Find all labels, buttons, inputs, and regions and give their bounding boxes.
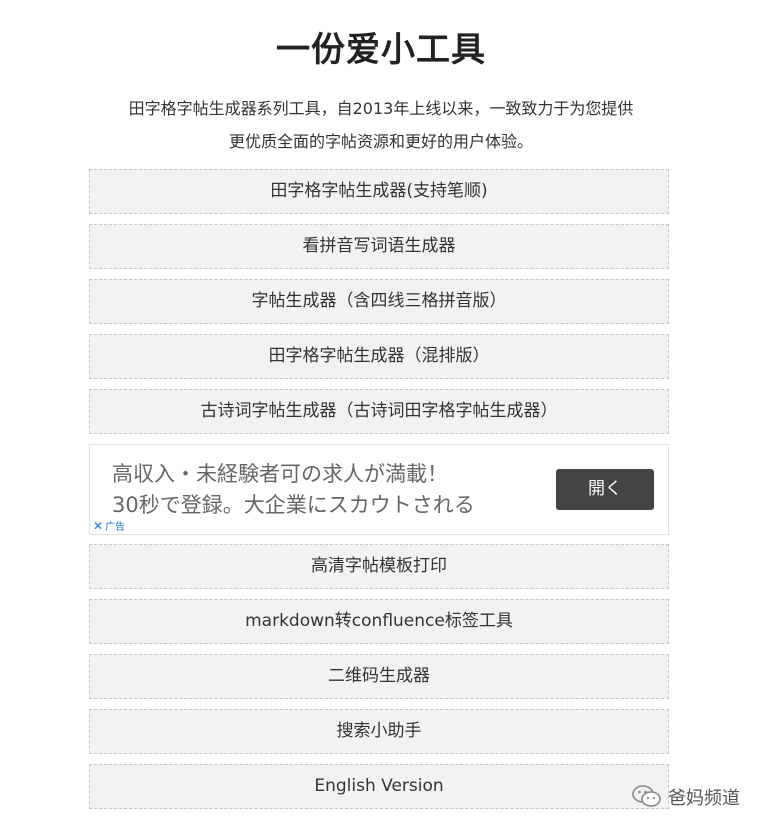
tool-link-poetry-copybook[interactable]: 古诗词字帖生成器（古诗词田字格字帖生成器）: [89, 389, 669, 434]
ad-tag-label: 广告: [105, 522, 126, 533]
tool-link-pinyin-copybook[interactable]: 字帖生成器（含四线三格拼音版）: [89, 279, 669, 324]
wechat-icon: [632, 785, 661, 807]
tool-link-mixed-layout[interactable]: 田字格字帖生成器（混排版）: [89, 334, 669, 379]
tool-link-hd-template[interactable]: 高清字帖模板打印: [89, 544, 669, 589]
intro-text: 田字格字帖生成器系列工具，自2013年上线以来，一致致力于为您提供 更优质全面的…: [90, 92, 672, 158]
watermark: 爸妈频道: [632, 784, 740, 810]
close-icon[interactable]: ✕: [93, 519, 103, 533]
intro-line-1: 田字格字帖生成器系列工具，自2013年上线以来，一致致力于为您提供: [128, 99, 634, 118]
watermark-text: 爸妈频道: [668, 788, 740, 809]
ad-banner[interactable]: 高収入・未経験者可の求人が満載！ 30秒で登録。大企業にスカウトされる 開く ✕…: [89, 444, 669, 535]
tool-link-tianzige-stroke[interactable]: 田字格字帖生成器(支持笔顺): [89, 169, 669, 214]
tool-link-markdown-confluence[interactable]: markdown转confluence标签工具: [89, 599, 669, 644]
intro-line-2: 更优质全面的字帖资源和更好的用户体验。: [228, 132, 533, 151]
page-title: 一份爱小工具: [276, 30, 486, 70]
ad-open-button[interactable]: 開く: [556, 469, 654, 510]
ad-text: 高収入・未経験者可の求人が満載！ 30秒で登録。大企業にスカウトされる: [112, 459, 475, 521]
ad-line-1: 高収入・未経験者可の求人が満載！: [112, 462, 448, 486]
tool-link-search-helper[interactable]: 搜索小助手: [89, 709, 669, 754]
ad-line-2: 30秒で登録。大企業にスカウトされる: [112, 493, 475, 517]
tool-link-pinyin-words[interactable]: 看拼音写词语生成器: [89, 224, 669, 269]
tool-link-qrcode[interactable]: 二维码生成器: [89, 654, 669, 699]
ad-tag[interactable]: ✕ 广告: [93, 520, 125, 534]
tool-link-english-version[interactable]: English Version: [89, 764, 669, 809]
